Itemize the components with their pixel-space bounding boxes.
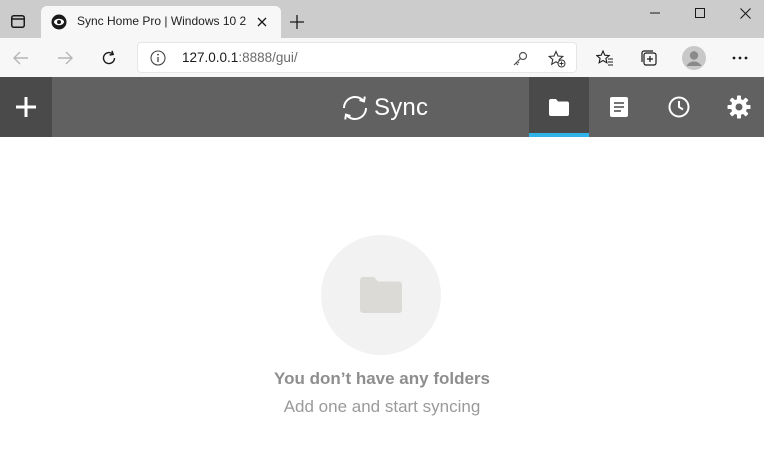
plus-icon: [16, 97, 36, 117]
empty-state-subtitle: Add one and start syncing: [283, 397, 481, 416]
browser-tab[interactable]: Sync Home Pro | Windows 10 2: [41, 6, 281, 38]
close-icon[interactable]: [253, 13, 271, 31]
gear-icon: [727, 95, 751, 119]
brand-name: Sync: [374, 94, 429, 121]
sync-eye-icon: [51, 14, 67, 30]
window-close-icon[interactable]: [722, 0, 764, 26]
browser-tab-strip: Sync Home Pro | Windows 10 2: [0, 0, 764, 38]
info-icon[interactable]: [150, 50, 166, 66]
clock-icon: [668, 96, 690, 118]
profile-icon[interactable]: [679, 43, 709, 73]
active-tab-indicator: [529, 133, 589, 137]
folder-icon: [360, 277, 402, 313]
folder-icon: [549, 98, 569, 116]
url-host: 127.0.0.1: [182, 50, 239, 65]
tab-settings[interactable]: [709, 77, 764, 137]
key-icon[interactable]: [510, 49, 530, 69]
url-text: 127.0.0.1:8888/gui/: [182, 50, 298, 65]
more-icon[interactable]: [725, 43, 755, 73]
tab-title: Sync Home Pro | Windows 10 2: [77, 14, 247, 28]
app-header: Sync: [0, 77, 764, 137]
new-tab-button[interactable]: [285, 10, 309, 34]
add-folder-button[interactable]: [0, 77, 52, 137]
reload-icon[interactable]: [94, 43, 124, 73]
address-bar[interactable]: 127.0.0.1:8888/gui/: [137, 42, 577, 73]
forward-icon[interactable]: [50, 43, 80, 73]
add-favorite-icon[interactable]: [547, 49, 567, 69]
tab-transfers[interactable]: [589, 77, 649, 137]
back-icon[interactable]: [6, 43, 36, 73]
brand-logo: Sync: [340, 92, 428, 124]
empty-state-title: You don’t have any folders: [274, 369, 490, 388]
plus-icon: [290, 15, 304, 29]
favorites-icon[interactable]: [590, 43, 620, 73]
browser-toolbar: 127.0.0.1:8888/gui/: [0, 38, 764, 77]
document-icon: [610, 97, 628, 117]
collections-icon[interactable]: [634, 43, 664, 73]
maximize-icon[interactable]: [677, 0, 723, 26]
tab-folders[interactable]: [529, 77, 589, 137]
window-menu-icon[interactable]: [4, 7, 32, 35]
minimize-icon[interactable]: [632, 0, 678, 26]
tab-history[interactable]: [649, 77, 709, 137]
empty-state-illustration: [321, 235, 441, 355]
url-path: :8888/gui/: [238, 50, 298, 65]
sync-logo-icon: [342, 96, 368, 120]
